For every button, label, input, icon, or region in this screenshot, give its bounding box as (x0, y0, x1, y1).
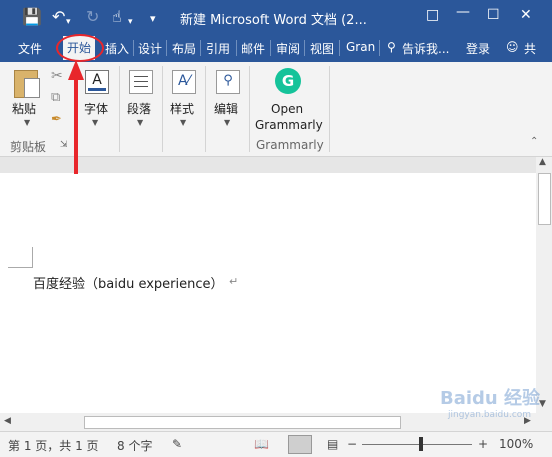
copy-icon[interactable]: ⧉ (51, 90, 60, 105)
watermark-url: jingyan.baidu.com (448, 410, 532, 420)
minimize-icon[interactable]: — (456, 4, 470, 20)
tab-mailings[interactable]: 邮件 (241, 40, 265, 57)
undo-dropdown-icon[interactable]: ▾ (66, 12, 71, 32)
cut-icon[interactable]: ✂ (51, 68, 63, 84)
font-label: 字体 (84, 102, 109, 116)
title-bar: 💾 ↶ ▾ ↻ ☝ ▾ ▾ 新建 Microsoft Word 文档 (2...… (0, 0, 552, 34)
window-title: 新建 Microsoft Word 文档 (2... (180, 13, 367, 28)
share-person-icon[interactable]: ☺ (506, 40, 519, 54)
open-grammarly-button[interactable]: G Open Grammarly (252, 66, 326, 136)
styles-label: 样式 (170, 102, 195, 116)
paragraph-mark-icon: ↵ (229, 275, 239, 288)
status-bar: 第 1 页，共 1 页 8 个字 ✎ 📖 ▤ − + 100% (0, 431, 552, 457)
tab-file[interactable]: 文件 (18, 40, 42, 57)
touch-mode-icon[interactable]: ☝ (112, 7, 122, 27)
page-count[interactable]: 第 1 页，共 1 页 (8, 437, 99, 454)
tell-me-search[interactable]: 告诉我... (402, 40, 449, 57)
document-text[interactable]: 百度经验（baidu experience） (33, 273, 224, 292)
open-grammarly-label-1: Open (271, 102, 304, 116)
font-button[interactable]: A 字体 ▼ (80, 66, 114, 132)
vertical-scrollbar[interactable]: ▲ ▼ (536, 157, 552, 413)
paste-label: 粘贴 (12, 102, 37, 116)
baidu-watermark: Baidu 经验 jingyan.baidu.com (440, 384, 548, 434)
redo-icon: ↻ (86, 7, 100, 26)
grammarly-group-label: Grammarly (256, 138, 324, 152)
customize-qat-icon[interactable]: ▾ (150, 9, 156, 29)
paragraph-label: 段落 (127, 102, 152, 116)
paragraph-lines-icon (129, 70, 153, 94)
styles-dropdown-icon: ▼ (180, 118, 187, 127)
tab-view[interactable]: 视图 (310, 40, 334, 57)
undo-icon[interactable]: ↶ (52, 7, 65, 27)
collapse-ribbon-icon[interactable]: ⌃ (530, 136, 538, 147)
share-button[interactable]: 共 (524, 40, 536, 57)
styles-button[interactable]: A⁄ 样式 ▼ (166, 66, 202, 132)
horizontal-scroll-thumb[interactable] (84, 416, 401, 429)
editing-button[interactable]: ⚲ 编辑 ▼ (210, 66, 246, 132)
annotation-arrow-shaft (74, 78, 78, 174)
zoom-slider-thumb[interactable] (419, 437, 423, 451)
paragraph-dropdown-icon: ▼ (137, 118, 144, 127)
ribbon-display-icon[interactable]: □ (426, 7, 439, 23)
read-mode-icon[interactable]: 📖 (254, 437, 269, 451)
zoom-in-icon[interactable]: + (478, 437, 488, 451)
print-layout-icon[interactable] (288, 435, 312, 454)
paste-dropdown-icon: ▼ (24, 118, 31, 127)
tab-design[interactable]: 设计 (138, 40, 162, 57)
scroll-left-icon[interactable]: ◀ (4, 416, 11, 426)
proofing-icon[interactable]: ✎ (172, 437, 182, 451)
clipboard-launcher-icon[interactable]: ⇲ (60, 140, 68, 150)
scroll-up-icon[interactable]: ▲ (539, 157, 546, 167)
tab-references[interactable]: 引用 (206, 40, 230, 57)
zoom-level[interactable]: 100% (499, 437, 533, 451)
page: 百度经验（baidu experience） ↵ (0, 173, 536, 413)
annotation-arrowhead (68, 60, 84, 80)
tab-grammarly[interactable]: Gran (346, 40, 375, 54)
lightbulb-icon: ⚲ (387, 40, 396, 54)
vertical-scroll-thumb[interactable] (538, 173, 551, 225)
grammarly-logo-icon: G (275, 68, 301, 94)
touch-dropdown-icon[interactable]: ▾ (128, 12, 133, 32)
margin-corner-mark (8, 247, 33, 268)
maximize-icon[interactable]: ☐ (487, 7, 500, 23)
editing-label: 编辑 (214, 102, 239, 116)
word-count[interactable]: 8 个字 (117, 437, 152, 454)
tab-layout[interactable]: 布局 (172, 40, 196, 57)
annotation-circle (56, 34, 104, 62)
web-layout-icon[interactable]: ▤ (327, 437, 338, 451)
open-grammarly-label-2: Grammarly (255, 118, 323, 132)
styles-icon: A⁄ (172, 70, 196, 94)
zoom-slider-track[interactable] (362, 444, 472, 445)
zoom-out-icon[interactable]: − (347, 437, 357, 451)
editing-dropdown-icon: ▼ (224, 118, 231, 127)
tab-insert[interactable]: 插入 (105, 40, 129, 57)
font-a-icon: A (85, 70, 109, 94)
search-icon: ⚲ (216, 70, 240, 94)
login-link[interactable]: 登录 (466, 40, 490, 57)
paragraph-button[interactable]: 段落 ▼ (123, 66, 159, 132)
clipboard-group-label: 剪贴板 (10, 140, 47, 154)
tab-review[interactable]: 审阅 (276, 40, 300, 57)
close-icon[interactable]: ✕ (520, 7, 532, 23)
paste-button[interactable]: 粘贴 ▼ (10, 68, 44, 128)
paste-page-icon (24, 78, 40, 98)
save-icon[interactable]: 💾 (22, 7, 42, 27)
page-gap (0, 157, 536, 173)
watermark-logo-text: Baidu 经验 (440, 388, 541, 409)
font-dropdown-icon: ▼ (92, 118, 99, 127)
format-painter-icon[interactable]: ✒ (51, 112, 62, 127)
